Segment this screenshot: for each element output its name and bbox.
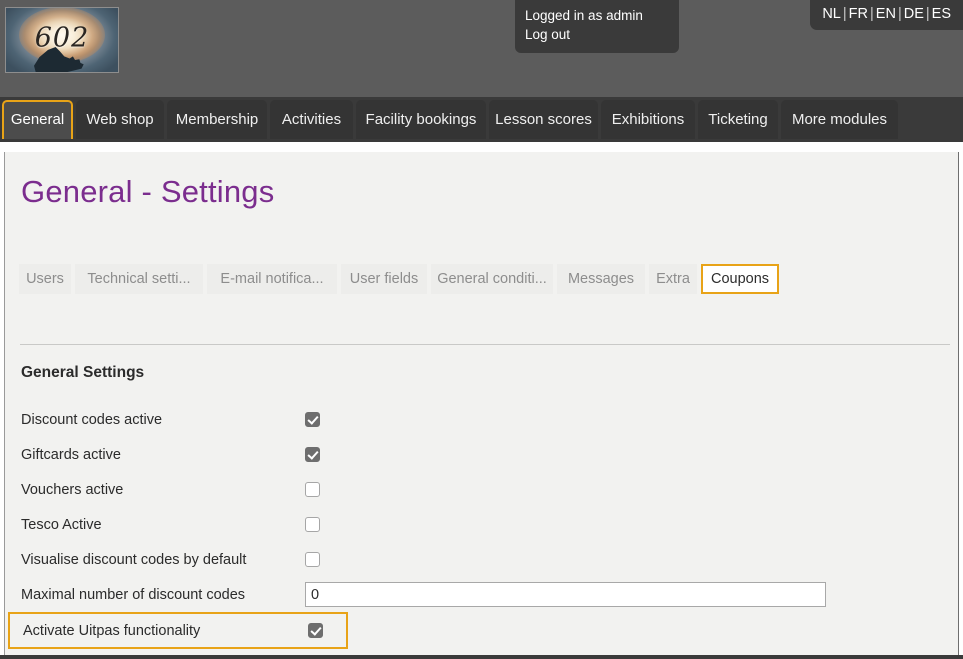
application-window: 602 Logged in as admin Log out NL|FR|EN|… [0,0,963,659]
language-selector[interactable]: NL|FR|EN|DE|ES [810,0,963,30]
page-container: General - Settings Users Technical setti.… [0,142,963,659]
main-tab-bar: General Web shop Membership Activities Facil… [0,97,963,142]
main-tab-lesson-scores[interactable]: Lesson scores [489,100,598,139]
window-bottom-edge [0,655,963,659]
main-tab-label: Lesson scores [495,111,592,128]
general-settings-form: Discount codes active Giftcards active Vou… [5,402,960,649]
main-tab-label: Facility bookings [366,111,477,128]
sub-tab-label: Messages [568,271,634,287]
sub-tab-users[interactable]: Users [19,264,71,294]
sub-tab-user-fields[interactable]: User fields [341,264,427,294]
language-separator-3: | [896,6,904,22]
sub-tab-label: General conditi... [437,271,547,287]
settings-row-visualise-discount-codes-by-default: Visualise discount codes by default [5,542,960,577]
checkbox-visualise-discount-codes-by-default[interactable] [305,552,320,567]
main-tab-label: Membership [176,111,259,128]
settings-label-maximal-number-of-discount-codes: Maximal number of discount codes [21,587,305,603]
settings-sub-tab-bar: Users Technical setti... E-mail notifica..… [19,264,783,294]
main-tab-facility-bookings[interactable]: Facility bookings [356,100,486,139]
main-tab-label: Activities [282,111,341,128]
sub-tab-coupons[interactable]: Coupons [701,264,779,294]
main-tab-exhibitions[interactable]: Exhibitions [601,100,695,139]
sub-tab-label: E-mail notifica... [220,271,323,287]
settings-label-activate-uitpas-functionality: Activate Uitpas functionality [23,623,308,639]
page-content-panel: General - Settings Users Technical setti.… [4,152,959,657]
sub-tab-extra[interactable]: Extra [649,264,697,294]
settings-row-giftcards-active: Giftcards active [5,437,960,472]
language-option-nl[interactable]: NL [822,6,841,22]
language-separator-2: | [868,6,876,22]
sub-tab-label: User fields [350,271,419,287]
checkbox-vouchers-active[interactable] [305,482,320,497]
settings-row-vouchers-active: Vouchers active [5,472,960,507]
settings-label-giftcards-active: Giftcards active [21,447,305,463]
sub-tab-label: Coupons [711,271,769,287]
sub-tab-messages[interactable]: Messages [557,264,645,294]
settings-label-vouchers-active: Vouchers active [21,482,305,498]
session-info-box: Logged in as admin Log out [515,0,679,53]
sub-tab-general-conditi[interactable]: General conditi... [431,264,553,294]
checkbox-discount-codes-active[interactable] [305,412,320,427]
checkbox-giftcards-active[interactable] [305,447,320,462]
main-tab-web-shop[interactable]: Web shop [76,100,164,139]
sub-tab-technical-setti[interactable]: Technical setti... [75,264,203,294]
language-separator-4: | [924,6,932,22]
settings-label-discount-codes-active: Discount codes active [21,412,305,428]
settings-row-discount-codes-active: Discount codes active [5,402,960,437]
sub-tab-label: Extra [656,271,690,287]
main-tab-label: More modules [792,111,887,128]
top-header-bar: 602 Logged in as admin Log out NL|FR|EN|… [0,0,963,97]
sub-tab-label: Users [26,271,64,287]
settings-label-visualise-discount-codes-by-default: Visualise discount codes by default [21,552,305,568]
sub-tab-e-mail-notifica[interactable]: E-mail notifica... [207,264,337,294]
language-separator-1: | [841,6,849,22]
main-tab-label: Exhibitions [612,111,685,128]
section-divider [20,344,950,345]
logo-text: 602 [35,23,90,54]
settings-label-tesco-active: Tesco Active [21,517,305,533]
language-option-fr[interactable]: FR [849,6,868,22]
main-tab-general[interactable]: General [2,100,73,139]
main-tab-label: Web shop [86,111,153,128]
language-option-es[interactable]: ES [932,6,951,22]
logout-link[interactable]: Log out [525,25,669,44]
logged-in-label: Logged in as admin [525,6,669,25]
settings-row-tesco-active: Tesco Active [5,507,960,542]
sub-tab-label: Technical setti... [87,271,190,287]
main-tab-label: Ticketing [708,111,767,128]
language-option-en[interactable]: EN [876,6,896,22]
settings-row-activate-uitpas-functionality: Activate Uitpas functionality [8,612,348,649]
main-tab-membership[interactable]: Membership [167,100,267,139]
main-tab-label: General [11,111,64,128]
checkbox-tesco-active[interactable] [305,517,320,532]
main-tab-ticketing[interactable]: Ticketing [698,100,778,139]
page-title: General - Settings [21,174,274,210]
checkbox-activate-uitpas-functionality[interactable] [308,623,323,638]
main-tab-activities[interactable]: Activities [270,100,353,139]
section-title: General Settings [21,364,144,382]
settings-row-maximal-number-of-discount-codes: Maximal number of discount codes [5,577,960,612]
main-tab-more-modules[interactable]: More modules [781,100,898,139]
input-maximal-number-of-discount-codes[interactable] [305,582,826,607]
site-logo[interactable]: 602 [5,7,119,73]
language-option-de[interactable]: DE [904,6,924,22]
